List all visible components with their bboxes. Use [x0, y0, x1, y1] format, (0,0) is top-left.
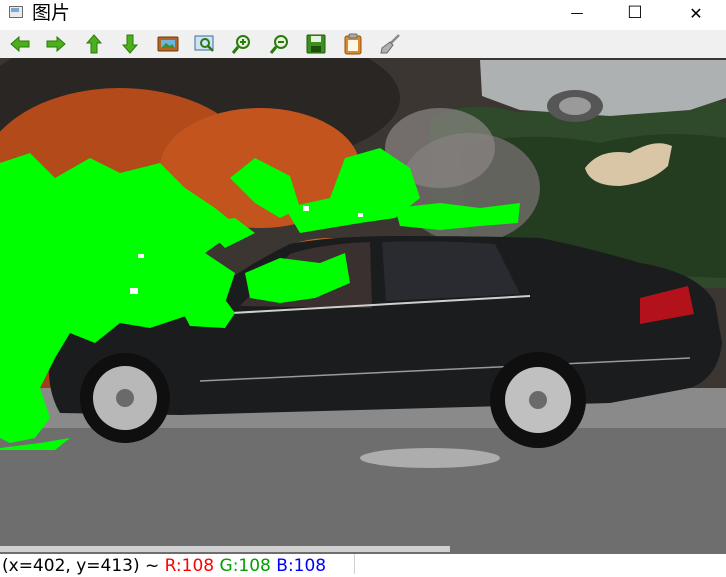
- arrow-left-icon: [10, 35, 30, 53]
- image-content: [0, 58, 726, 554]
- status-bar: (x=402, y=413) ~ R:108 G:108 B:108: [0, 554, 726, 576]
- image-view[interactable]: [0, 58, 726, 554]
- red-value: R:108: [164, 556, 215, 576]
- image-button[interactable]: [156, 32, 180, 56]
- close-icon: ✕: [689, 3, 703, 23]
- zoom-out-icon: [269, 35, 288, 54]
- down-button[interactable]: [118, 32, 142, 56]
- up-button[interactable]: [82, 32, 106, 56]
- title-bar: 图片 — ☐ ✕: [0, 0, 726, 28]
- brush-button[interactable]: [378, 32, 402, 56]
- zoom-fit-button[interactable]: [193, 32, 217, 56]
- window-title: 图片: [32, 2, 71, 24]
- blue-value: B:108: [276, 556, 327, 576]
- toolbar: [0, 30, 726, 58]
- arrow-down-icon: [121, 34, 139, 54]
- zoom-out-button[interactable]: [268, 32, 292, 56]
- minimize-button[interactable]: —: [554, 0, 600, 26]
- status-separator: [354, 554, 355, 574]
- zoom-in-button[interactable]: [230, 32, 254, 56]
- arrow-right-icon: [46, 35, 66, 53]
- maximize-icon: ☐: [627, 3, 643, 23]
- maximize-button[interactable]: ☐: [612, 0, 658, 26]
- back-button[interactable]: [8, 32, 32, 56]
- zoom-in-icon: [231, 35, 250, 54]
- minimize-icon: —: [570, 5, 584, 21]
- arrow-up-icon: [85, 34, 103, 54]
- save-icon: [306, 34, 326, 54]
- image-icon: [157, 36, 179, 52]
- zoom-fit-icon: [194, 35, 214, 52]
- save-button[interactable]: [304, 32, 328, 56]
- clipboard-icon: [344, 33, 362, 55]
- close-button[interactable]: ✕: [673, 0, 719, 26]
- green-value: G:108: [219, 556, 271, 576]
- forward-button[interactable]: [44, 32, 68, 56]
- cursor-coords: (x=402, y=413) ~: [2, 556, 165, 576]
- brush-icon: [380, 34, 400, 54]
- clipboard-button[interactable]: [341, 32, 365, 56]
- app-icon: [9, 6, 23, 18]
